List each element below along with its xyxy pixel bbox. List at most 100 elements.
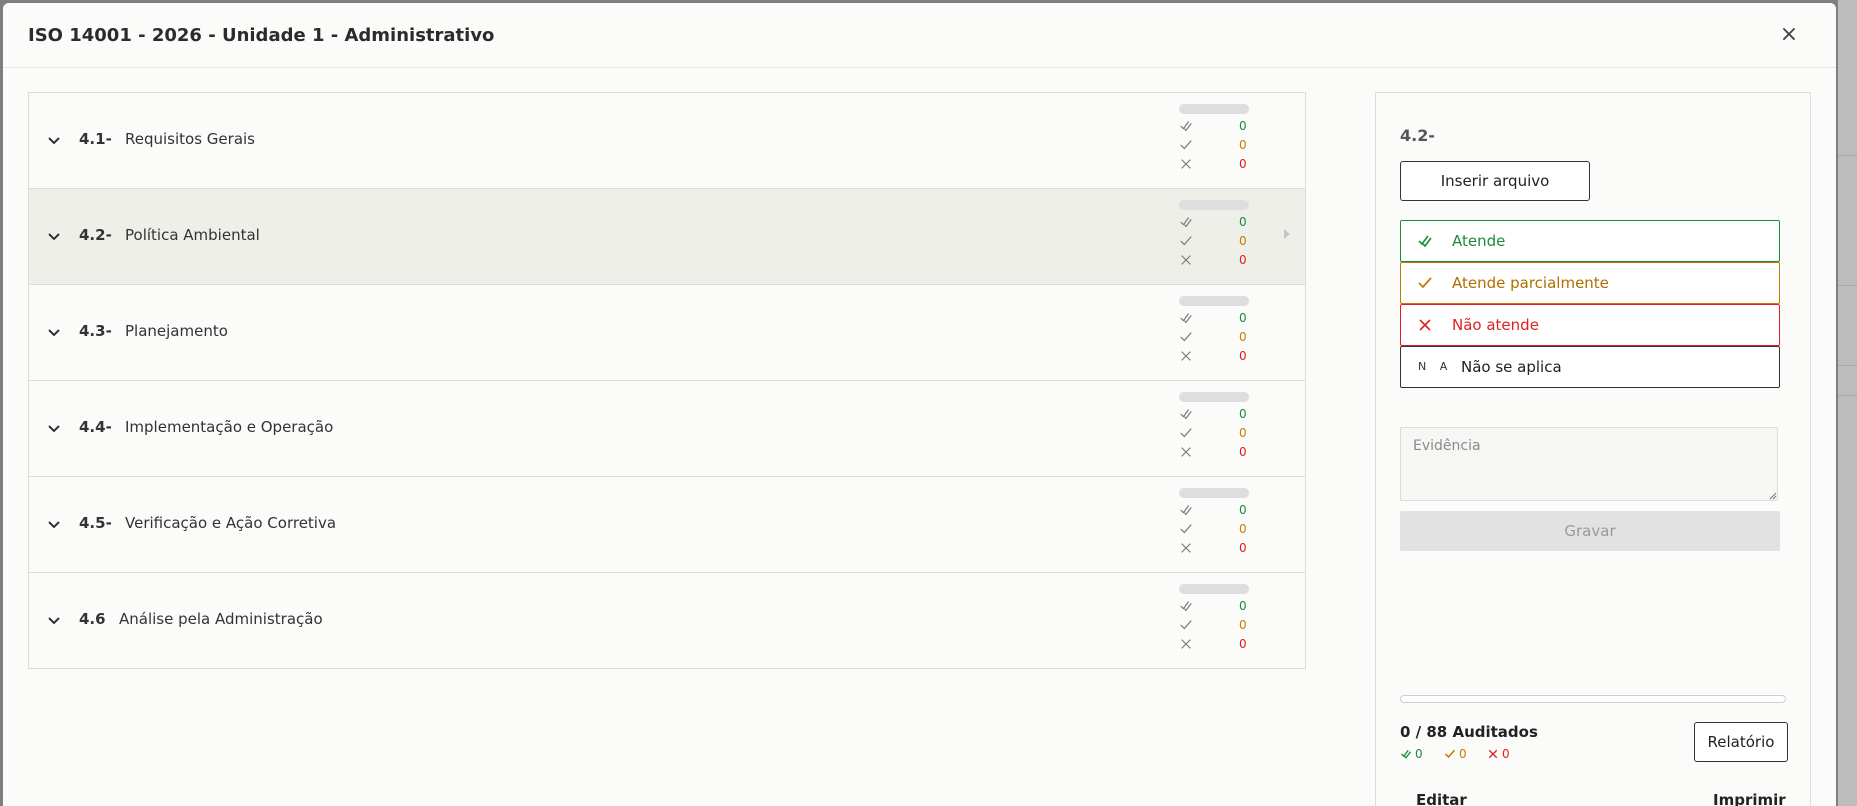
- check-icon: [1180, 524, 1192, 534]
- chevron-down-icon[interactable]: [46, 612, 62, 628]
- section-code: 4.1-: [79, 130, 112, 148]
- section-progress-bar: [1179, 200, 1249, 210]
- evidence-field[interactable]: [1400, 427, 1778, 501]
- double-check-icon: [1180, 217, 1192, 228]
- selected-arrow-icon: [1284, 229, 1290, 239]
- section-not-met-count: 0: [1239, 157, 1247, 171]
- section-not-met-count: 0: [1239, 253, 1247, 267]
- total-not-met: 0: [1487, 747, 1510, 761]
- backdrop-line: [1838, 365, 1857, 366]
- section-met-count: 0: [1239, 215, 1247, 229]
- section-code: 4.2-: [79, 226, 112, 244]
- double-check-icon: [1418, 235, 1432, 248]
- double-check-icon: [1180, 601, 1192, 612]
- section-partial-count: 0: [1239, 618, 1247, 632]
- modal-title: ISO 14001 - 2026 - Unidade 1 - Administr…: [28, 25, 495, 46]
- audited-count: 0 / 88 Auditados: [1400, 723, 1538, 741]
- option-na-label: Não se aplica: [1461, 358, 1562, 376]
- section-row[interactable]: 4.1- Requisitos Gerais 0 0 0: [29, 93, 1305, 189]
- section-met-count: 0: [1239, 119, 1247, 133]
- total-met-value: 0: [1415, 747, 1423, 761]
- section-progress-bar: [1179, 296, 1249, 306]
- check-icon: [1180, 620, 1192, 630]
- option-partial-button[interactable]: Atende parcialmente: [1400, 262, 1780, 304]
- chevron-down-icon[interactable]: [46, 228, 62, 244]
- double-check-icon: [1180, 409, 1192, 420]
- total-partial-value: 0: [1459, 747, 1467, 761]
- section-title: Requisitos Gerais: [125, 130, 255, 148]
- x-icon: [1181, 447, 1191, 457]
- double-check-icon: [1180, 313, 1192, 324]
- option-met-button[interactable]: Atende: [1400, 220, 1780, 262]
- option-not-applicable-button[interactable]: N A Não se aplica: [1400, 346, 1780, 388]
- section-met-count: 0: [1239, 599, 1247, 613]
- section-title: Implementação e Operação: [125, 418, 334, 436]
- insert-file-button[interactable]: Inserir arquivo: [1400, 161, 1590, 201]
- section-code: 4.4-: [79, 418, 112, 436]
- option-partial-label: Atende parcialmente: [1452, 274, 1609, 292]
- section-met-count: 0: [1239, 503, 1247, 517]
- section-partial-count: 0: [1239, 330, 1247, 344]
- selected-section-code: 4.2-: [1400, 126, 1435, 145]
- x-icon: [1181, 255, 1191, 265]
- backdrop-line: [1838, 285, 1857, 286]
- resize-grip-icon[interactable]: [1767, 490, 1777, 500]
- section-code: 4.6: [79, 610, 106, 628]
- x-icon: [1488, 749, 1498, 759]
- option-not-met-label: Não atende: [1452, 316, 1539, 334]
- section-code: 4.3-: [79, 322, 112, 340]
- section-row[interactable]: 4.3- Planejamento 0 0 0: [29, 285, 1305, 381]
- chevron-down-icon[interactable]: [46, 132, 62, 148]
- section-title: Planejamento: [125, 322, 228, 340]
- section-partial-count: 0: [1239, 522, 1247, 536]
- section-title: Análise pela Administração: [119, 610, 323, 628]
- chevron-down-icon[interactable]: [46, 420, 62, 436]
- section-title: Verificação e Ação Corretiva: [125, 514, 337, 532]
- edit-button[interactable]: Editar: [1416, 791, 1467, 806]
- section-partial-count: 0: [1239, 138, 1247, 152]
- section-not-met-count: 0: [1239, 541, 1247, 555]
- check-icon: [1180, 428, 1192, 438]
- x-icon: [1419, 319, 1431, 331]
- section-progress-bar: [1179, 584, 1249, 594]
- section-list: 4.1- Requisitos Gerais 0 0 0 4.2- Política Amb…: [28, 92, 1306, 669]
- section-partial-count: 0: [1239, 234, 1247, 248]
- save-button[interactable]: Gravar: [1400, 511, 1780, 551]
- x-icon: [1181, 543, 1191, 553]
- check-icon: [1180, 140, 1192, 150]
- section-row[interactable]: 4.6 Análise pela Administração 0 0 0: [29, 573, 1305, 669]
- double-check-icon: [1180, 505, 1192, 516]
- total-partial: 0: [1444, 747, 1467, 761]
- section-met-count: 0: [1239, 407, 1247, 421]
- section-not-met-count: 0: [1239, 445, 1247, 459]
- chevron-down-icon[interactable]: [46, 516, 62, 532]
- modal-header: ISO 14001 - 2026 - Unidade 1 - Administr…: [3, 3, 1836, 68]
- check-icon: [1180, 332, 1192, 342]
- section-progress-bar: [1179, 488, 1249, 498]
- section-row[interactable]: 4.2- Política Ambiental 0 0 0: [29, 189, 1305, 285]
- chevron-down-icon[interactable]: [46, 324, 62, 340]
- section-row[interactable]: 4.5- Verificação e Ação Corretiva 0 0 0: [29, 477, 1305, 573]
- section-partial-count: 0: [1239, 426, 1247, 440]
- x-icon: [1181, 159, 1191, 169]
- total-met: 0: [1400, 747, 1423, 761]
- check-icon: [1180, 236, 1192, 246]
- double-check-icon: [1401, 749, 1412, 759]
- section-code: 4.5-: [79, 514, 112, 532]
- option-not-met-button[interactable]: Não atende: [1400, 304, 1780, 346]
- section-title: Política Ambiental: [125, 226, 260, 244]
- report-button[interactable]: Relatório: [1694, 722, 1788, 762]
- option-met-label: Atende: [1452, 232, 1506, 250]
- section-row[interactable]: 4.4- Implementação e Operação 0 0 0: [29, 381, 1305, 477]
- print-button[interactable]: Imprimir: [1713, 791, 1786, 806]
- x-icon: [1181, 639, 1191, 649]
- check-icon: [1444, 749, 1456, 759]
- x-icon: [1181, 351, 1191, 361]
- close-icon[interactable]: ×: [1777, 23, 1801, 47]
- backdrop-line: [1838, 395, 1857, 396]
- section-not-met-count: 0: [1239, 349, 1247, 363]
- section-progress-bar: [1179, 392, 1249, 402]
- section-met-count: 0: [1239, 311, 1247, 325]
- section-progress-bar: [1179, 104, 1249, 114]
- na-icon: N A: [1418, 360, 1453, 373]
